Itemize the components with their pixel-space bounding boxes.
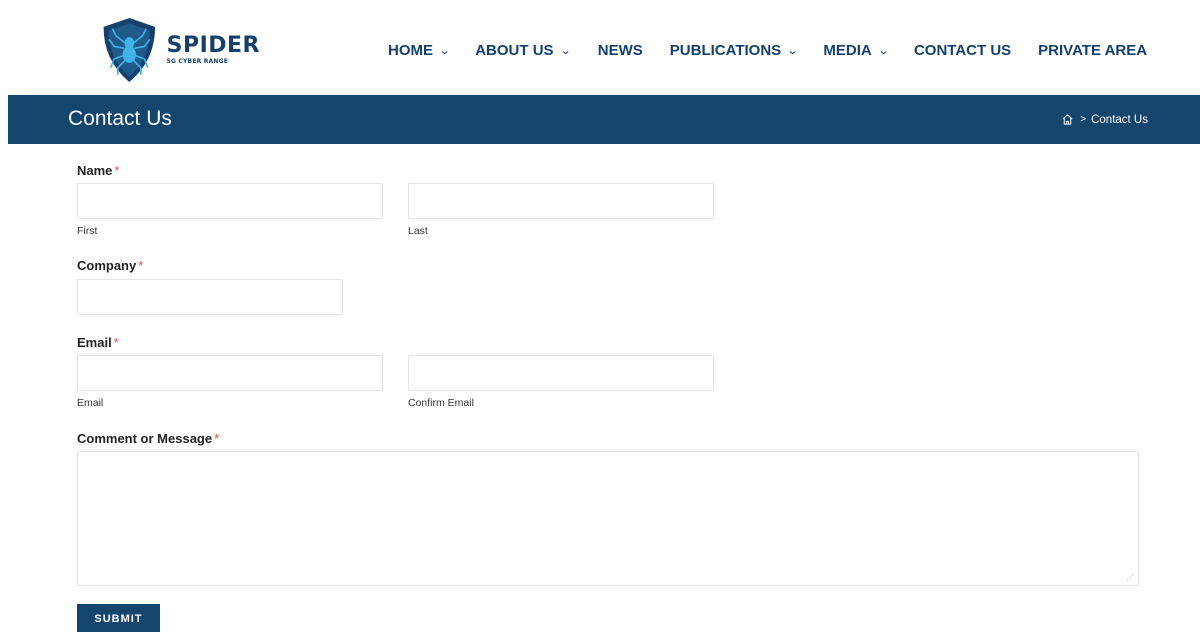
required-marker: * [114, 163, 120, 178]
nav-item-news[interactable]: NEWS [598, 42, 643, 59]
company-label-text: Company [77, 258, 137, 273]
spider-shield-icon [103, 18, 156, 82]
email-sublabel: Email [77, 397, 104, 409]
chevron-down-icon: ⌄ [786, 44, 799, 57]
first-name-sublabel: First [77, 225, 98, 237]
submit-button[interactable]: SUBMIT [77, 604, 160, 632]
name-label: Name * [77, 163, 119, 178]
breadcrumb-separator: > [1080, 114, 1087, 125]
company-input[interactable] [77, 279, 343, 315]
chevron-down-icon: ⌄ [438, 44, 451, 57]
breadcrumb-current: Contact Us [1091, 113, 1148, 126]
site-header: SPIDER 5G CYBER RANGE HOME ⌄ ABOUT US ⌄ … [0, 0, 1200, 95]
nav-item-label: MEDIA [823, 41, 872, 59]
chevron-down-icon: ⌄ [559, 44, 572, 57]
brand-name: SPIDER [166, 32, 260, 58]
nav-item-private-area[interactable]: PRIVATE AREA [1038, 42, 1147, 59]
required-marker: * [138, 258, 144, 273]
message-label-text: Comment or Message [77, 431, 213, 446]
email-label: Email * [77, 335, 119, 350]
nav-item-label: PRIVATE AREA [1038, 41, 1148, 59]
nav-item-label: PUBLICATIONS [669, 41, 782, 59]
first-name-input[interactable] [77, 183, 383, 219]
email-label-text: Email [77, 335, 112, 350]
required-marker: * [214, 431, 220, 446]
home-icon[interactable] [1061, 113, 1074, 126]
logo-text: SPIDER 5G CYBER RANGE [166, 32, 260, 66]
confirm-email-input[interactable] [408, 355, 714, 391]
nav-item-home[interactable]: HOME ⌄ [388, 41, 451, 59]
confirm-email-sublabel: Confirm Email [408, 397, 474, 409]
required-marker: * [113, 335, 119, 350]
nav-item-label: HOME [388, 41, 433, 59]
company-label: Company * [77, 258, 143, 273]
nav-item-media[interactable]: MEDIA ⌄ [823, 41, 890, 59]
last-name-sublabel: Last [408, 225, 428, 237]
last-name-input[interactable] [408, 183, 714, 219]
nav-item-label: ABOUT US [475, 41, 554, 59]
brand-tagline: 5G CYBER RANGE [166, 57, 229, 65]
name-label-text: Name [77, 163, 113, 178]
nav-item-label: NEWS [597, 41, 643, 59]
chevron-down-icon: ⌄ [877, 44, 890, 57]
nav-item-publications[interactable]: PUBLICATIONS ⌄ [669, 41, 799, 59]
message-label: Comment or Message * [77, 431, 219, 446]
nav-item-about-us[interactable]: ABOUT US ⌄ [475, 41, 572, 59]
nav-item-label: CONTACT US [913, 41, 1012, 59]
resize-grip-icon[interactable]: ⋰ [1126, 573, 1134, 582]
message-textarea[interactable]: ⋰ [77, 451, 1139, 586]
nav-item-contact-us[interactable]: CONTACT US [914, 42, 1011, 59]
page-title: Contact Us [68, 107, 172, 130]
site-logo[interactable]: SPIDER 5G CYBER RANGE [100, 12, 260, 88]
breadcrumb: > Contact Us [1061, 113, 1148, 126]
email-input[interactable] [77, 355, 383, 391]
page-title-bar: Contact Us > Contact Us [8, 95, 1200, 144]
main-nav: HOME ⌄ ABOUT US ⌄ NEWS PUBLICATIONS ⌄ ME… [388, 38, 1147, 62]
